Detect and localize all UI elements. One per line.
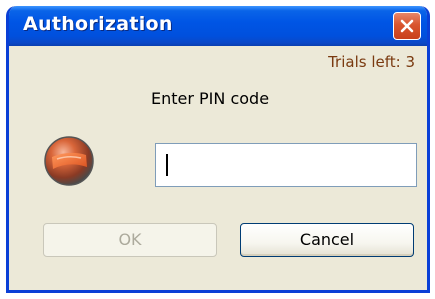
pin-label: Enter PIN code (151, 89, 270, 108)
text-caret (166, 154, 168, 176)
lock-orb-icon (44, 136, 94, 186)
trials-left-text: Trials left: 3 (328, 53, 415, 71)
ok-button[interactable]: OK (43, 223, 217, 257)
window-title: Authorization (23, 13, 173, 35)
cancel-button[interactable]: Cancel (240, 223, 414, 257)
authorization-dialog: Authorization Trials left: 3 Enter PIN c… (6, 6, 430, 293)
close-x-icon (400, 19, 414, 33)
title-bar[interactable]: Authorization (9, 6, 427, 46)
close-button[interactable] (393, 12, 421, 40)
pin-input[interactable] (155, 143, 417, 187)
